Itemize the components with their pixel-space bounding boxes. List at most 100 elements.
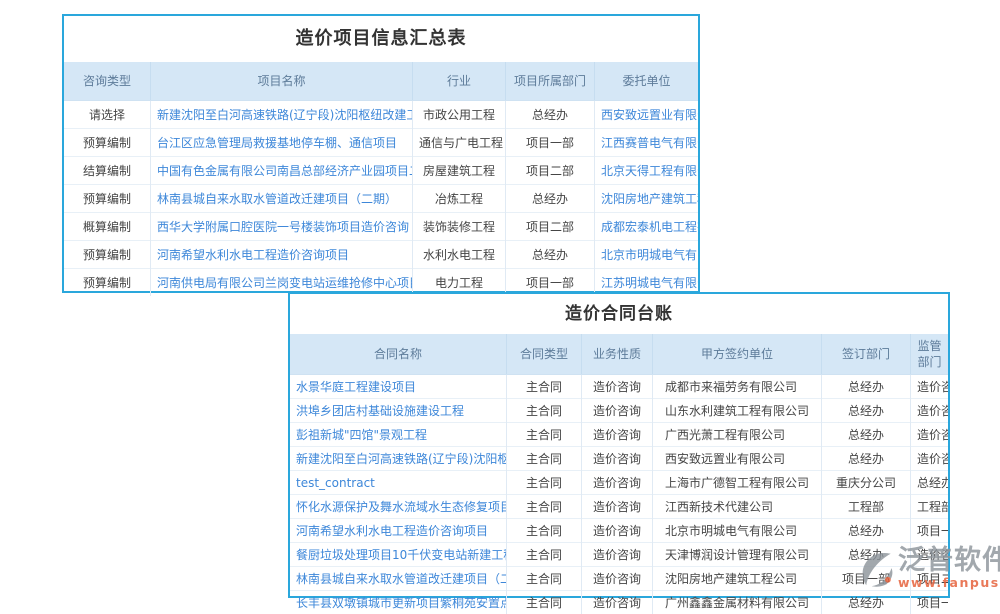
table-row: 结算编制中国有色金属有限公司南昌总部经济产业园项目二期房屋建筑工程项目二部北京天… — [64, 157, 698, 185]
cell-text: 主合同 — [507, 495, 582, 519]
cell-link[interactable]: 怀化水源保护及舞水流域水生态修复项目合同 — [290, 495, 507, 519]
cell-text: 概算编制 — [64, 213, 151, 241]
table-row: 请选择新建沈阳至白河高速铁路(辽宁段)沈阳枢纽改建工程市政公用工程总经办西安致远… — [64, 101, 698, 129]
cell-text: 成都市来福劳务有限公司 — [653, 375, 822, 399]
cell-text: 造价咨询 — [582, 591, 653, 614]
cell-text: 总经办 — [506, 241, 595, 269]
cell-link[interactable]: 长丰县双墩镇城市更新项目紫桐苑安置点 — [290, 591, 507, 614]
cell-link[interactable]: 江西赛普电气有限公司 — [595, 129, 699, 157]
table-row: 长丰县双墩镇城市更新项目紫桐苑安置点主合同造价咨询广州鑫鑫金属材料有限公司总经办… — [290, 591, 948, 614]
contract-table-title: 造价合同台账 — [290, 294, 948, 334]
cell-text: 造价咨询 — [582, 543, 653, 567]
cell-link[interactable]: 林南县城自来水取水管道改迁建项目（二期） — [290, 567, 507, 591]
cell-text: 总经办 — [822, 375, 911, 399]
cell-text: 造价咨询部 — [911, 399, 949, 423]
cell-text: 总经办 — [911, 471, 949, 495]
cell-text: 造价咨询 — [582, 399, 653, 423]
cell-text: 造价咨询部 — [911, 423, 949, 447]
cell-link[interactable]: 林南县城自来水取水管道改迁建项目（二期） — [151, 185, 413, 213]
cell-link[interactable]: 西安致远置业有限公司 — [595, 101, 699, 129]
cell-text: 江西新技术代建公司 — [653, 495, 822, 519]
cell-text: 造价咨询 — [582, 375, 653, 399]
table-row: 新建沈阳至白河高速铁路(辽宁段)沈阳枢纽改建工程主合同造价咨询西安致远置业有限公… — [290, 447, 948, 471]
cell-text: 装饰装修工程 — [413, 213, 506, 241]
cell-text: 主合同 — [507, 471, 582, 495]
cell-text: 项目二部 — [911, 567, 949, 591]
cell-text: 主合同 — [507, 543, 582, 567]
cell-link[interactable]: 台江区应急管理局救援基地停车棚、通信项目 — [151, 129, 413, 157]
cell-text: 通信与广电工程 — [413, 129, 506, 157]
column-header: 委托单位 — [595, 62, 699, 101]
table-row: 彭祖新城"四馆"景观工程主合同造价咨询广西光萧工程有限公司总经办造价咨询部 — [290, 423, 948, 447]
contract-table-header: 合同名称合同类型业务性质甲方签约单位签订部门监管部门 — [290, 334, 948, 375]
cell-text: 主合同 — [507, 447, 582, 471]
table-row: 林南县城自来水取水管道改迁建项目（二期）主合同造价咨询沈阳房地产建筑工程公司项目… — [290, 567, 948, 591]
cell-link[interactable]: 彭祖新城"四馆"景观工程 — [290, 423, 507, 447]
cell-link[interactable]: 沈阳房地产建筑工程公司 — [595, 185, 699, 213]
cell-text: 广西光萧工程有限公司 — [653, 423, 822, 447]
table-row: 洪埠乡团店村基础设施建设工程主合同造价咨询山东水利建筑工程有限公司总经办造价咨询… — [290, 399, 948, 423]
cell-link[interactable]: 新建沈阳至白河高速铁路(辽宁段)沈阳枢纽改建工程 — [151, 101, 413, 129]
cell-text: 项目二部 — [506, 157, 595, 185]
table-row: 预算编制河南希望水利水电工程造价咨询项目水利水电工程总经办北京市明城电气有限公司 — [64, 241, 698, 269]
cell-text: 房屋建筑工程 — [413, 157, 506, 185]
column-header: 合同类型 — [507, 334, 582, 375]
table-row: 水景华庭工程建设项目主合同造价咨询成都市来福劳务有限公司总经办造价咨询部 — [290, 375, 948, 399]
column-header: 咨询类型 — [64, 62, 151, 101]
column-header: 签订部门 — [822, 334, 911, 375]
cell-text: 预算编制 — [64, 129, 151, 157]
contract-table-body: 水景华庭工程建设项目主合同造价咨询成都市来福劳务有限公司总经办造价咨询部洪埠乡团… — [290, 375, 948, 614]
table-row: test_contract主合同造价咨询上海市广德智工程有限公司重庆分公司总经办 — [290, 471, 948, 495]
cell-link[interactable]: 餐厨垃圾处理项目10千伏变电站新建工程 — [290, 543, 507, 567]
cell-text: 预算编制 — [64, 241, 151, 269]
cost-contract-ledger-card: 造价合同台账 合同名称合同类型业务性质甲方签约单位签订部门监管部门 水景华庭工程… — [288, 292, 950, 598]
cell-link[interactable]: 成都宏泰机电工程有限公司 — [595, 213, 699, 241]
cell-link[interactable]: 北京天得工程有限公司 — [595, 157, 699, 185]
cell-text: 冶炼工程 — [413, 185, 506, 213]
cell-text: 造价咨询 — [582, 447, 653, 471]
column-header: 甲方签约单位 — [653, 334, 822, 375]
cell-text: 总经办 — [822, 423, 911, 447]
table-row: 餐厨垃圾处理项目10千伏变电站新建工程主合同造价咨询天津博润设计管理有限公司总经… — [290, 543, 948, 567]
cell-text: 主合同 — [507, 399, 582, 423]
cell-link[interactable]: 洪埠乡团店村基础设施建设工程 — [290, 399, 507, 423]
cell-text: 主合同 — [507, 567, 582, 591]
cell-text: 山东水利建筑工程有限公司 — [653, 399, 822, 423]
cell-text: 请选择 — [64, 101, 151, 129]
column-header: 项目名称 — [151, 62, 413, 101]
cell-text: 结算编制 — [64, 157, 151, 185]
cell-text: 主合同 — [507, 423, 582, 447]
column-header: 合同名称 — [290, 334, 507, 375]
cell-text: 总经办 — [822, 543, 911, 567]
column-header: 业务性质 — [582, 334, 653, 375]
column-header: 监管部门 — [911, 334, 949, 375]
cell-text: 总经办 — [506, 101, 595, 129]
summary-table-title: 造价项目信息汇总表 — [64, 16, 698, 62]
cell-text: 广州鑫鑫金属材料有限公司 — [653, 591, 822, 614]
cell-text: 项目一部 — [506, 129, 595, 157]
cost-project-summary-table: 咨询类型项目名称行业项目所属部门委托单位 请选择新建沈阳至白河高速铁路(辽宁段)… — [64, 62, 698, 296]
cell-link[interactable]: 河南希望水利水电工程造价咨询项目 — [290, 519, 507, 543]
cell-link[interactable]: 中国有色金属有限公司南昌总部经济产业园项目二期 — [151, 157, 413, 185]
cell-link[interactable]: 水景华庭工程建设项目 — [290, 375, 507, 399]
cell-text: 主合同 — [507, 375, 582, 399]
cell-text: 造价咨询 — [582, 495, 653, 519]
cell-link[interactable]: 新建沈阳至白河高速铁路(辽宁段)沈阳枢纽改建工程 — [290, 447, 507, 471]
cell-link[interactable]: test_contract — [290, 471, 507, 495]
table-row: 怀化水源保护及舞水流域水生态修复项目合同主合同造价咨询江西新技术代建公司工程部工… — [290, 495, 948, 519]
cell-text: 重庆分公司 — [822, 471, 911, 495]
cell-text: 项目一部 — [822, 567, 911, 591]
cell-text: 主合同 — [507, 591, 582, 614]
cell-link[interactable]: 西华大学附属口腔医院一号楼装饰项目造价咨询 — [151, 213, 413, 241]
column-header: 项目所属部门 — [506, 62, 595, 101]
cell-text: 工程部 — [911, 495, 949, 519]
cell-link[interactable]: 北京市明城电气有限公司 — [595, 241, 699, 269]
cell-link[interactable]: 河南希望水利水电工程造价咨询项目 — [151, 241, 413, 269]
cell-text: 造价咨询 — [582, 519, 653, 543]
cell-text: 造价咨询 — [582, 567, 653, 591]
cell-text: 西安致远置业有限公司 — [653, 447, 822, 471]
cell-text: 工程部 — [822, 495, 911, 519]
cell-text: 预算编制 — [64, 185, 151, 213]
cell-text: 北京市明城电气有限公司 — [653, 519, 822, 543]
cell-text: 沈阳房地产建筑工程公司 — [653, 567, 822, 591]
